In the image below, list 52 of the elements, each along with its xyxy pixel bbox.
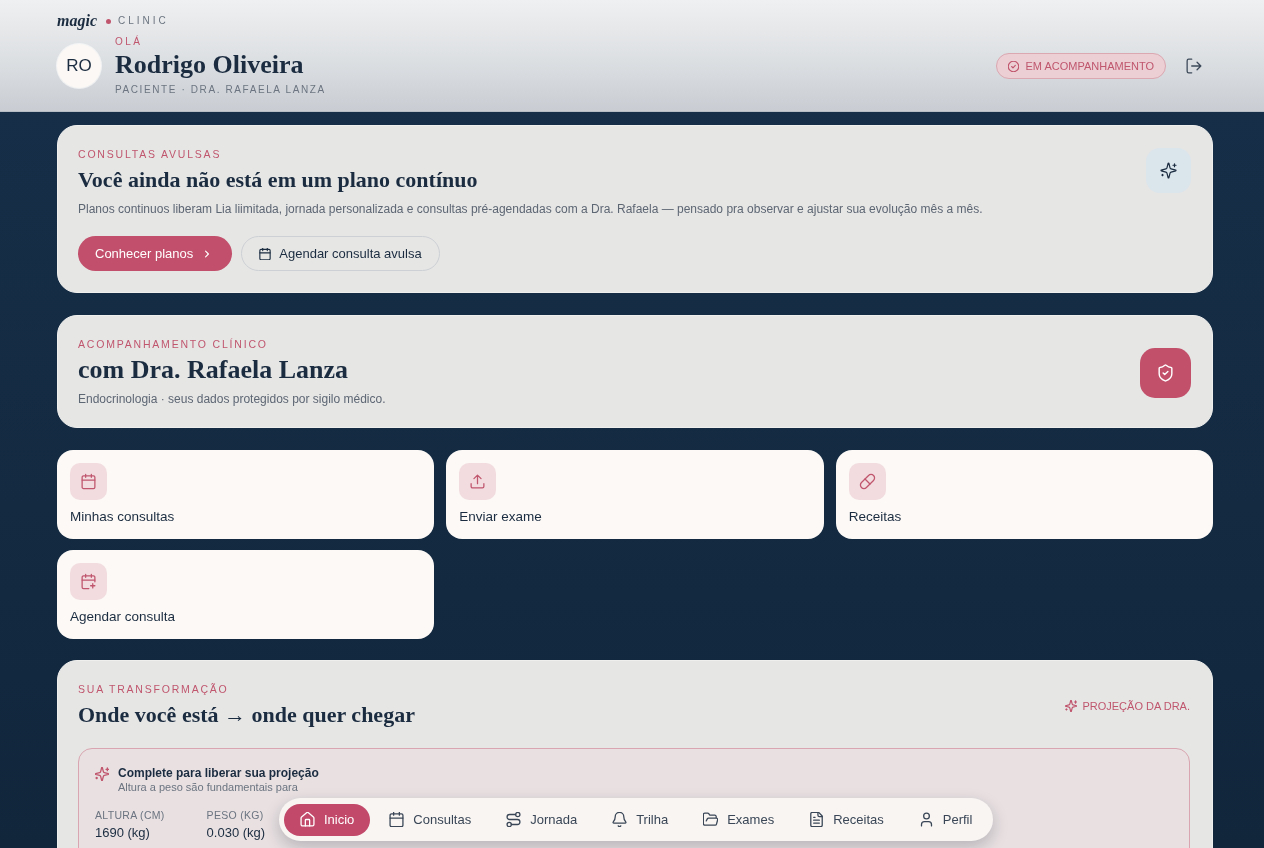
notice-title: Complete para liberar sua projeção xyxy=(118,765,319,781)
calendar-icon xyxy=(389,812,405,827)
nav-tab[interactable]: Perfil xyxy=(902,803,989,836)
field-label: ALTURA (CM) xyxy=(95,808,165,822)
home-icon xyxy=(300,812,315,827)
quick-action-button[interactable]: Enviar exame xyxy=(446,450,824,539)
logo-text: CLINIC xyxy=(118,14,169,28)
quick-action-button[interactable]: Receitas xyxy=(835,450,1213,539)
quick-action-button[interactable]: Minhas consultas xyxy=(57,450,435,539)
greeting-label: OLÁ xyxy=(115,35,144,49)
card-title: Onde você está → onde quer chegar xyxy=(78,701,415,729)
field-value: 1690 (kg) xyxy=(95,825,150,841)
card-title: Você ainda não está em um plano contínuo xyxy=(78,166,478,194)
sparkle-icon xyxy=(95,767,109,781)
calendar-icon xyxy=(70,463,107,500)
route-icon xyxy=(506,812,522,827)
status-text: EM ACOMPANHAMENTO xyxy=(1025,60,1154,72)
bell-icon xyxy=(612,812,628,827)
patient-subtitle: PACIENTE · DRA. RAFAELA LANZA xyxy=(115,83,326,97)
sparkle-icon xyxy=(1065,699,1078,712)
notice-hint: Altura a peso são fundamentais para xyxy=(118,781,299,794)
nav-tab[interactable]: Receitas xyxy=(793,803,900,836)
plans-button[interactable]: Conhecer planos xyxy=(78,236,233,271)
card-title: com Dra. Rafaela Lanza xyxy=(78,355,349,385)
projection-label: PROJEÇÃO DA DRA. xyxy=(1082,699,1190,712)
document-icon xyxy=(809,812,825,827)
quick-action-button[interactable]: Agendar consulta xyxy=(57,550,435,639)
nav-tab[interactable]: Inicio xyxy=(284,803,371,836)
section-label: ACOMPANHAMENTO CLÍNICO xyxy=(78,337,268,351)
logout-icon[interactable] xyxy=(1186,58,1202,74)
nav-tab[interactable]: Exames xyxy=(687,803,791,836)
calendar-icon xyxy=(259,247,272,260)
section-label: SUA TRANSFORMAÇÃO xyxy=(78,682,229,696)
section-label: CONSULTAS AVULSAS xyxy=(78,147,222,161)
shield-check-icon xyxy=(1140,347,1191,398)
logo-wordmark: magic xyxy=(57,12,97,30)
sparkle-icon xyxy=(1146,148,1191,193)
nav-tab[interactable]: Jornada xyxy=(490,803,594,836)
dot-icon xyxy=(106,18,111,24)
upload-icon xyxy=(459,463,497,500)
card-description: Endocrinologia · seus dados protegidos por sigilo médico. xyxy=(78,391,386,408)
field-label: PESO (KG) xyxy=(206,808,264,822)
user-icon xyxy=(918,812,934,827)
avatar: RO xyxy=(57,44,101,88)
card-description: Planos continuos liberam Lia liimitada, jornada personalizada e consultas pré-agendadas com a Dra. Rafaela — pensado pra observar e ajustar sua evolução mês a mês. xyxy=(78,201,983,218)
pill-icon xyxy=(848,463,886,500)
nav-tab[interactable]: Consultas xyxy=(373,803,488,836)
nav-tab[interactable]: Trilha xyxy=(596,803,685,836)
calendar-plus-icon xyxy=(70,563,107,600)
patient-name: Rodrigo Oliveira xyxy=(115,49,305,81)
field-value: 0.030 (kg) xyxy=(206,825,266,841)
folder-icon xyxy=(703,812,719,827)
